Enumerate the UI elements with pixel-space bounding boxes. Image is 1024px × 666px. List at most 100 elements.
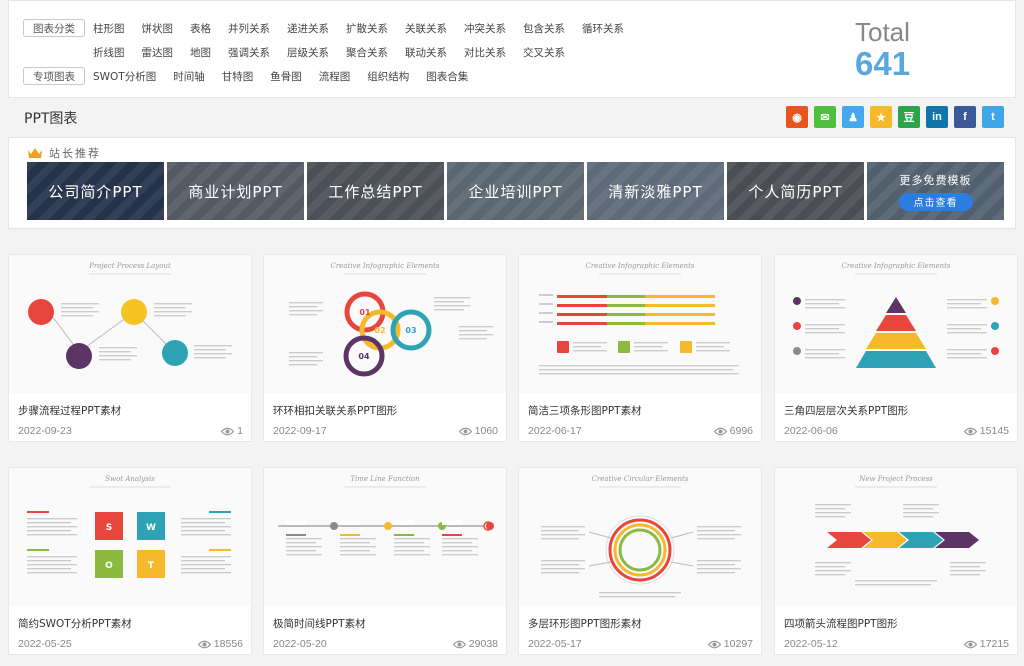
eye-icon (963, 640, 977, 648)
card-thumbnail[interactable]: Creative Circular Elements (519, 468, 761, 606)
category-link[interactable]: 组织结构 (367, 69, 409, 84)
eye-icon (713, 427, 727, 435)
more-templates-text: 更多免费模板 (899, 173, 972, 187)
recommend-tile[interactable]: 公司简介PPT (27, 162, 164, 220)
twitter-icon[interactable]: t (982, 106, 1004, 128)
category-link[interactable]: 关联关系 (405, 21, 447, 36)
eye-icon (458, 427, 472, 435)
card-thumbnail[interactable]: Swot Analysis S W O T (9, 468, 251, 606)
category-row-2: 折线图 雷达图 地图 强调关系 层级关系 聚合关系 联动关系 对比关系 交叉关系 (23, 43, 582, 61)
recommend-tile[interactable]: 个人简历PPT (727, 162, 864, 220)
category-link[interactable]: 循环关系 (582, 21, 624, 36)
card-title[interactable]: 简洁三项条形图PPT素材 (528, 403, 642, 418)
category-link[interactable]: 聚合关系 (346, 45, 388, 60)
thumb-heading: Creative Infographic Elements (585, 262, 694, 270)
eye-icon (197, 640, 211, 648)
svg-text:S: S (106, 523, 112, 533)
facebook-icon[interactable]: f (954, 106, 976, 128)
card-title[interactable]: 步骤流程过程PPT素材 (18, 403, 121, 418)
template-card[interactable]: Creative Circular Elements 多层环形图PPT图形素材 20… (518, 467, 762, 655)
category-link[interactable]: 对比关系 (464, 45, 506, 60)
eye-icon (221, 427, 235, 435)
card-title[interactable]: 三角四层层次关系PPT图形 (784, 403, 908, 418)
category-panel: 图表分类 柱形图 饼状图 表格 并列关系 递进关系 扩散关系 关联关系 冲突关系… (8, 0, 1016, 98)
total-count: 641 (855, 45, 911, 82)
more-templates-tile[interactable]: 更多免费模板点击查看 (867, 162, 1004, 220)
douban-icon[interactable]: 豆 (898, 106, 920, 128)
card-date: 2022-06-17 (528, 425, 582, 437)
recommend-tile-label: 企业培训PPT (468, 182, 563, 201)
category-link[interactable]: 强调关系 (228, 45, 270, 60)
linkedin-icon[interactable]: in (926, 106, 948, 128)
recommend-tile[interactable]: 企业培训PPT (447, 162, 584, 220)
card-thumbnail[interactable]: Time Line Function (264, 468, 506, 606)
category-tag-special[interactable]: 专项图表 (23, 67, 85, 85)
template-card[interactable]: Project Process Layout 步骤流程过程PPT素材 2022-09… (8, 254, 252, 442)
card-views: 18556 (197, 638, 243, 650)
category-link[interactable]: 交叉关系 (523, 45, 565, 60)
template-card[interactable]: Time Line Function 极简时间线PPT素材 2022-05-20 29… (263, 467, 507, 655)
svg-text:03: 03 (405, 326, 416, 335)
category-link[interactable]: 时间轴 (173, 69, 205, 84)
card-views: 10297 (707, 638, 753, 650)
category-link[interactable]: 饼状图 (142, 21, 174, 36)
category-link[interactable]: 图表合集 (426, 69, 468, 84)
card-title[interactable]: 四项箭头流程图PPT图形 (784, 616, 898, 631)
card-thumbnail[interactable]: Creative Infographic Elements (775, 255, 1017, 393)
recommend-tile-label: 工作总结PPT (328, 182, 423, 201)
card-title[interactable]: 多层环形图PPT图形素材 (528, 616, 642, 631)
category-link[interactable]: 地图 (190, 45, 211, 60)
category-link[interactable]: 折线图 (93, 45, 125, 60)
card-title[interactable]: 极简时间线PPT素材 (273, 616, 366, 631)
card-thumbnail[interactable]: Creative Infographic Elements 01 02 03 04 (264, 255, 506, 393)
category-link[interactable]: 甘特图 (222, 69, 254, 84)
svg-text:01: 01 (359, 308, 371, 317)
category-link[interactable]: 鱼骨图 (270, 69, 302, 84)
view-more-button[interactable]: 点击查看 (898, 192, 973, 211)
category-link[interactable]: 包含关系 (523, 21, 565, 36)
recommend-tiles: 公司简介PPT 商业计划PPT 工作总结PPT 企业培训PPT 清新淡雅PPT 个人简历P… (27, 162, 1007, 220)
category-link[interactable]: 流程图 (319, 69, 351, 84)
card-thumbnail[interactable]: New Project Process (775, 468, 1017, 606)
card-view-count: 6996 (729, 425, 753, 437)
thumb-heading: Creative Circular Elements (592, 475, 689, 483)
weibo-icon[interactable]: ◉ (786, 106, 808, 128)
qq-icon[interactable]: ♟ (842, 106, 864, 128)
card-date: 2022-05-25 (18, 638, 72, 650)
card-thumbnail[interactable]: Project Process Layout (9, 255, 251, 393)
template-card[interactable]: Creative Infographic Elements 简洁三项条形图PPT素… (518, 254, 762, 442)
template-card[interactable]: New Project Process 四项箭头流程图PPT图形 2022-05-1… (774, 467, 1018, 655)
category-link[interactable]: 并列关系 (228, 21, 270, 36)
card-views: 15145 (963, 425, 1009, 437)
card-title[interactable]: 环环相扣关联关系PPT图形 (273, 403, 397, 418)
recommend-tile-label: 个人简历PPT (748, 182, 843, 201)
wechat-icon[interactable]: ✉ (814, 106, 836, 128)
card-title[interactable]: 简约SWOT分析PPT素材 (18, 616, 132, 631)
template-card[interactable]: Swot Analysis S W O T 简约SWOT分析PPT素材 2022-05-25… (8, 467, 252, 655)
share-bar: ◉ ✉ ♟ ★ 豆 in f t (786, 106, 1010, 128)
category-tag-chart-types[interactable]: 图表分类 (23, 19, 85, 37)
thumb-heading: New Project Process (858, 475, 933, 483)
card-date: 2022-05-20 (273, 638, 327, 650)
svg-text:04: 04 (358, 352, 370, 361)
category-row-3: 专项图表 SWOT分析图 时间轴 甘特图 鱼骨图 流程图 组织结构 图表合集 (23, 67, 485, 85)
card-thumbnail[interactable]: Creative Infographic Elements (519, 255, 761, 393)
category-link[interactable]: 递进关系 (287, 21, 329, 36)
recommend-tile[interactable]: 工作总结PPT (307, 162, 444, 220)
svg-text:O: O (105, 561, 113, 571)
category-link[interactable]: 层级关系 (287, 45, 329, 60)
category-link[interactable]: 雷达图 (142, 45, 174, 60)
qzone-icon[interactable]: ★ (870, 106, 892, 128)
category-link[interactable]: 冲突关系 (464, 21, 506, 36)
template-card[interactable]: Creative Infographic Elements 三角四层层次关系PPT… (774, 254, 1018, 442)
template-card[interactable]: Creative Infographic Elements 01 02 03 04 环环相… (263, 254, 507, 442)
recommend-tile[interactable]: 商业计划PPT (167, 162, 304, 220)
category-link[interactable]: 表格 (190, 21, 211, 36)
category-link[interactable]: SWOT分析图 (93, 69, 156, 84)
card-views: 1060 (458, 425, 498, 437)
category-link[interactable]: 联动关系 (405, 45, 447, 60)
card-view-count: 1060 (474, 425, 498, 437)
recommend-tile[interactable]: 清新淡雅PPT (587, 162, 724, 220)
category-link[interactable]: 扩散关系 (346, 21, 388, 36)
category-link[interactable]: 柱形图 (93, 21, 125, 36)
